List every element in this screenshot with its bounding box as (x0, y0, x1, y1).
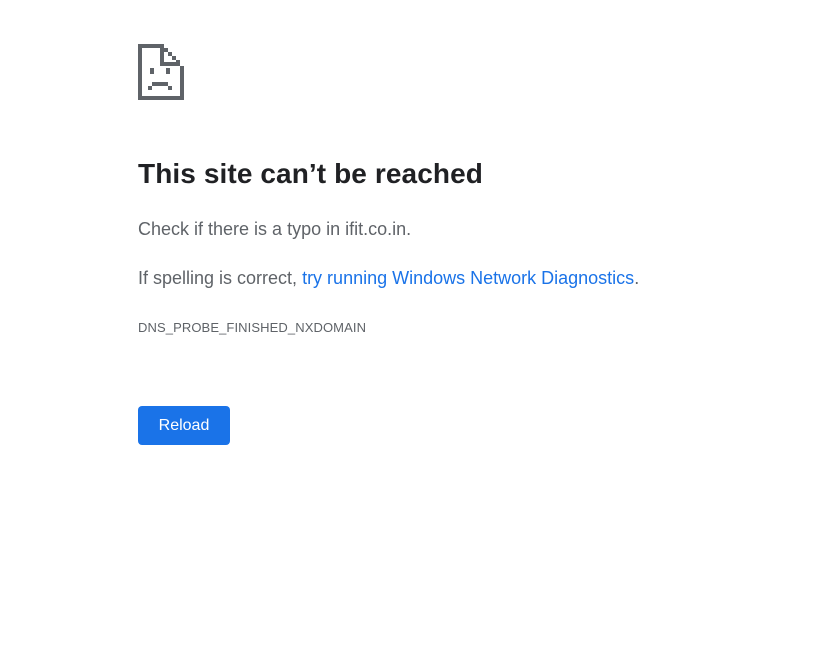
typo-message: Check if there is a typo in ifit.co.in. (138, 219, 411, 240)
diagnostics-suffix: . (634, 268, 640, 288)
diagnostics-prefix: If spelling is correct, (138, 268, 303, 288)
network-diagnostics-link[interactable]: try running Windows Network Diagnostics (302, 268, 634, 288)
page-title: This site can’t be reached (138, 158, 483, 189)
typo-message-prefix: Check if there is a typo in (138, 219, 346, 239)
sad-page-icon (138, 44, 778, 100)
typo-message-suffix: . (406, 219, 412, 239)
error-code: DNS_PROBE_FINISHED_NXDOMAIN (138, 320, 367, 335)
domain-name: ifit.co.in (345, 219, 407, 239)
error-page: This site can’t be reached Check if ther… (0, 0, 827, 647)
diagnostics-message: If spelling is correct, try running Wind… (138, 268, 639, 289)
error-content: This site can’t be reached Check if ther… (138, 44, 778, 445)
reload-button[interactable]: Reload (138, 406, 230, 445)
